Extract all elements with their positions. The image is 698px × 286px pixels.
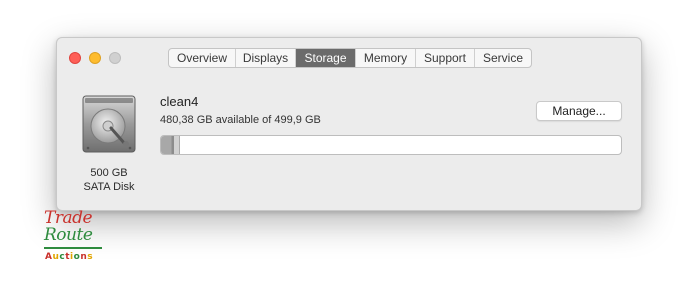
logo-auctions-text: Auctions <box>45 252 93 262</box>
manage-button[interactable]: Manage... <box>536 101 622 121</box>
logo-letter: s <box>87 252 94 262</box>
logo-underline <box>44 247 102 249</box>
trade-route-auctions-logo: Trade Route Auctions <box>44 208 108 268</box>
volume-availability: 480,38 GB available of 499,9 GB <box>160 114 321 126</box>
tab-overview[interactable]: Overview <box>169 49 236 67</box>
logo-letter: n <box>80 252 88 262</box>
tab-memory[interactable]: Memory <box>356 49 416 67</box>
storage-usage-bar <box>160 135 622 155</box>
tab-displays[interactable]: Displays <box>236 49 296 67</box>
logo-letter: A <box>45 252 53 262</box>
logo-letter: u <box>52 252 60 262</box>
tab-storage[interactable]: Storage <box>296 49 356 67</box>
logo-route-text: Route <box>44 225 93 245</box>
minimize-button[interactable] <box>89 52 101 64</box>
hard-drive-icon <box>82 95 136 153</box>
zoom-button[interactable] <box>109 52 121 64</box>
tab-service[interactable]: Service <box>475 49 531 67</box>
tab-support[interactable]: Support <box>416 49 475 67</box>
close-button[interactable] <box>69 52 81 64</box>
disk-type-label: SATA Disk <box>83 181 135 193</box>
tab-bar: Overview Displays Storage Memory Support… <box>168 48 532 68</box>
volume-name: clean4 <box>160 94 199 109</box>
about-this-mac-window: Overview Displays Storage Memory Support… <box>56 37 642 211</box>
storage-used-segment <box>161 136 180 154</box>
disk-size-label: 500 GB <box>90 167 128 179</box>
logo-letter: o <box>73 252 81 262</box>
